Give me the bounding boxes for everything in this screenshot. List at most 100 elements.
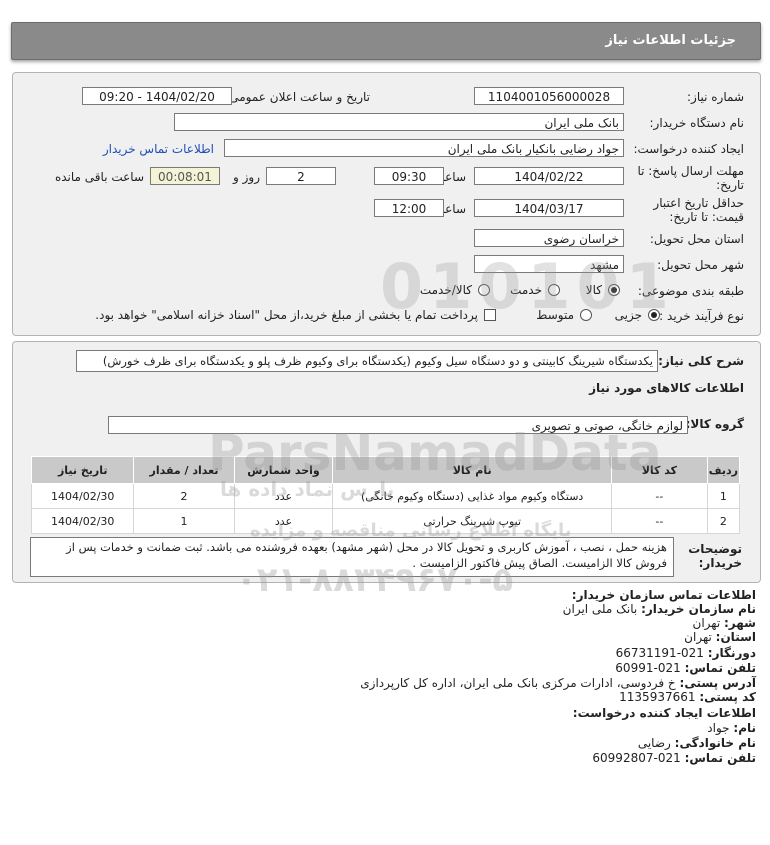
col-item-name: نام کالا	[332, 456, 612, 484]
requester-field[interactable]: جواد رضایی بانکیار بانک ملی ایران	[224, 139, 624, 157]
buyer-fax-row: دورنگار: 021-66731191	[616, 646, 756, 660]
buyer-fax-row-label: دورنگار:	[707, 646, 756, 660]
item-code: --	[611, 483, 708, 509]
item-need-date: 1404/02/30	[30, 483, 135, 509]
buyer-org-field[interactable]: بانک ملی ایران	[174, 113, 624, 131]
col-quantity: تعداد / مقدار	[133, 456, 235, 484]
category-both-radio[interactable]	[478, 284, 490, 296]
process-medium-label: متوسط	[536, 308, 574, 322]
deadline-label-2: تاریخ:	[716, 178, 744, 192]
buyer-org-row: نام سازمان خریدار: بانک ملی ایران	[563, 602, 756, 616]
buyer-city-row: شهر: تهران	[693, 616, 756, 630]
col-need-date: تاریخ نیاز	[30, 456, 135, 484]
item-code: --	[611, 508, 708, 534]
category-goods-radio[interactable]	[608, 284, 620, 296]
buyer-postal-row-value: 1135937661	[619, 690, 696, 704]
treasury-payment-checkbox[interactable]	[484, 309, 496, 321]
table-row[interactable]: 2 -- تیوپ شیرینگ حرارتی عدد 1 1404/02/30	[30, 508, 741, 534]
item-quantity: 2	[133, 483, 235, 509]
buyer-tel-row-value: 021-60991	[615, 661, 681, 675]
row-number: 2	[706, 508, 741, 534]
creator-family-row-value: رضایی	[637, 736, 671, 750]
buyer-tel-row: تلفن تماس: 021-60991	[615, 661, 756, 675]
creator-tel-row-label: تلفن تماس:	[684, 751, 756, 765]
remaining-time-field: 00:08:01	[150, 167, 220, 185]
notes-label-2: خریدار:	[698, 556, 742, 570]
buyer-province-row: استان: تهران	[684, 630, 756, 644]
need-info-panel: شماره نیاز: 1104001056000028 تاریخ و ساع…	[12, 72, 761, 336]
row-number: 1	[706, 483, 741, 509]
buyer-org-label: نام دستگاه خریدار:	[649, 116, 745, 130]
buyer-postal-row: کد پستی: 1135937661	[619, 690, 756, 704]
validity-time-field[interactable]: 12:00	[374, 199, 444, 217]
buyer-city-row-label: شهر:	[724, 616, 756, 630]
buyer-org-row-label: نام سازمان خریدار:	[641, 602, 756, 616]
days-field[interactable]: 2	[266, 167, 336, 185]
buyer-address-row: آدرس پستی: خ فردوسی، ادارات مرکزی بانک م…	[360, 676, 756, 690]
notes-label: توضیحات	[688, 542, 742, 556]
goods-info-title: اطلاعات کالاهای مورد نیاز	[589, 381, 744, 395]
announce-label: تاریخ و ساعت اعلان عمومی:	[225, 90, 370, 104]
item-name: دستگاه وکیوم مواد غذایی (دستگاه وکیوم خا…	[332, 483, 612, 509]
buyer-city-row-value: تهران	[692, 616, 721, 630]
item-need-date: 1404/02/30	[30, 508, 135, 534]
notes-field[interactable]: هزینه حمل ، نصب ، آموزش کاربری و تحویل ک…	[30, 537, 674, 577]
item-quantity: 1	[133, 508, 235, 534]
category-service-label: خدمت	[510, 283, 542, 297]
category-both-label: کالا/خدمت	[419, 283, 472, 297]
need-number-field[interactable]: 1104001056000028	[474, 87, 624, 105]
validity-date-field[interactable]: 1404/03/17	[474, 199, 624, 217]
summary-field[interactable]: یکدستگاه شیرینگ کابینتی و دو دستگاه سیل …	[76, 350, 658, 372]
buyer-org-row-value: بانک ملی ایران	[562, 602, 638, 616]
table-row[interactable]: 1 -- دستگاه وکیوم مواد غذایی (دستگاه وکی…	[30, 483, 741, 509]
goods-group-field[interactable]: لوازم خانگی، صوتی و تصویری	[108, 416, 688, 434]
remaining-label: ساعت باقی مانده	[54, 170, 144, 184]
deadline-time-field[interactable]: 09:30	[374, 167, 444, 185]
goods-group-label: گروه کالا:	[685, 417, 744, 431]
category-service-radio[interactable]	[548, 284, 560, 296]
page-header: جزئیات اطلاعات نیاز	[11, 22, 761, 60]
col-row-number: ردیف	[706, 456, 741, 484]
city-field[interactable]: مشهد	[474, 255, 624, 273]
item-unit: عدد	[233, 483, 334, 509]
requester-label: ایجاد کننده درخواست:	[633, 142, 744, 156]
page-title: جزئیات اطلاعات نیاز	[605, 33, 736, 48]
process-label: نوع فرآیند خرید :	[659, 309, 744, 323]
buyer-address-row-label: آدرس پستی:	[679, 676, 756, 690]
creator-contact-title: اطلاعات ایجاد کننده درخواست:	[572, 706, 756, 720]
need-number-label: شماره نیاز:	[687, 90, 744, 104]
days-label: روز و	[233, 170, 260, 184]
goods-table: ردیف کد کالا نام کالا واحد شمارش تعداد /…	[30, 456, 741, 534]
creator-family-row: نام خانوادگی: رضایی	[638, 736, 756, 750]
summary-label: شرح کلی نیاز:	[658, 354, 744, 368]
table-header-row: ردیف کد کالا نام کالا واحد شمارش تعداد /…	[30, 456, 741, 484]
creator-name-row: نام: جواد	[707, 721, 756, 735]
buyer-province-row-label: استان:	[715, 630, 756, 644]
col-item-code: کد کالا	[611, 456, 708, 484]
category-goods-label: کالا	[585, 283, 602, 297]
buyer-postal-row-label: کد پستی:	[699, 690, 756, 704]
validity-label-2: قیمت: تا تاریخ:	[669, 210, 744, 224]
province-label: استان محل تحویل:	[649, 232, 744, 246]
buyer-tel-row-label: تلفن تماس:	[684, 661, 756, 675]
process-medium-radio[interactable]	[580, 309, 592, 321]
item-unit: عدد	[233, 508, 334, 534]
category-label: طبقه بندی موضوعی:	[637, 284, 744, 298]
creator-tel-row-value: 021-60992807	[592, 751, 681, 765]
buyer-province-row-value: تهران	[684, 630, 712, 644]
creator-tel-row: تلفن تماس: 021-60992807	[592, 751, 756, 765]
buyer-contact-link[interactable]: اطلاعات تماس خریدار	[103, 142, 214, 156]
city-label: شهر محل تحویل:	[657, 258, 744, 272]
announce-field[interactable]: 1404/02/20 - 09:20	[82, 87, 232, 105]
deadline-label: مهلت ارسال پاسخ: تا	[637, 164, 744, 178]
buyer-address-row-value: خ فردوسی، ادارات مرکزی بانک ملی ایران، ا…	[360, 676, 676, 690]
creator-name-row-label: نام:	[733, 721, 756, 735]
creator-family-row-label: نام خانوادگی:	[674, 736, 756, 750]
validity-label: حداقل تاریخ اعتبار	[653, 196, 744, 210]
province-field[interactable]: خراسان رضوی	[474, 229, 624, 247]
creator-name-row-value: جواد	[707, 721, 730, 735]
process-minor-radio[interactable]	[648, 309, 660, 321]
item-name: تیوپ شیرینگ حرارتی	[332, 508, 612, 534]
deadline-date-field[interactable]: 1404/02/22	[474, 167, 624, 185]
process-minor-label: جزیی	[614, 308, 642, 322]
